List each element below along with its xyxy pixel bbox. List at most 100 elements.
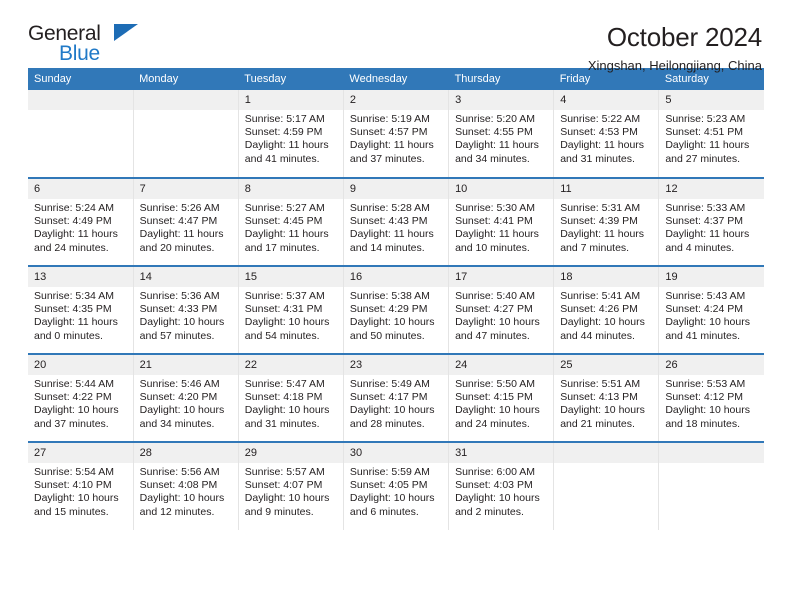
calendar-day-cell[interactable]: 27 Sunrise: 5:54 AM Sunset: 4:10 PM Dayligh… xyxy=(28,441,134,530)
daylight-text: Daylight: 11 hours and 14 minutes. xyxy=(349,228,434,254)
calendar-day-cell[interactable]: 26 Sunrise: 5:53 AM Sunset: 4:12 PM Dayligh… xyxy=(658,353,764,442)
calendar-day-cell[interactable]: 29 Sunrise: 5:57 AM Sunset: 4:07 PM Dayligh… xyxy=(238,441,344,530)
calendar-day-cell[interactable]: 10 Sunrise: 5:30 AM Sunset: 4:41 PM Dayligh… xyxy=(448,177,555,266)
sunrise-text: Sunrise: 6:00 AM xyxy=(455,466,536,478)
day-number xyxy=(28,90,133,110)
day-number: 19 xyxy=(659,267,764,287)
calendar-day-cell[interactable]: 21 Sunrise: 5:46 AM Sunset: 4:20 PM Dayligh… xyxy=(133,353,239,442)
day-cell-inner: 7 Sunrise: 5:26 AM Sunset: 4:47 PM Daylight… xyxy=(133,179,238,265)
day-sun-info: Sunrise: 5:34 AM Sunset: 4:35 PM Daylight:… xyxy=(28,287,133,343)
sunset-text: Sunset: 4:57 PM xyxy=(349,126,428,139)
day-number: 24 xyxy=(449,355,554,375)
calendar-week-row: 1 Sunrise: 5:17 AM Sunset: 4:59 PM Daylight… xyxy=(28,90,764,178)
calendar-day-cell[interactable]: 9 Sunrise: 5:28 AM Sunset: 4:43 PM Daylight… xyxy=(343,177,450,266)
calendar-day-cell[interactable]: 22 Sunrise: 5:47 AM Sunset: 4:18 PM Dayligh… xyxy=(238,353,344,442)
day-cell-inner: 13 Sunrise: 5:34 AM Sunset: 4:35 PM Dayligh… xyxy=(28,267,133,353)
calendar-day-cell[interactable]: 12 Sunrise: 5:33 AM Sunset: 4:37 PM Dayligh… xyxy=(658,177,764,266)
day-cell-inner xyxy=(659,443,764,530)
day-number: 27 xyxy=(28,443,133,463)
calendar-day-cell[interactable]: 19 Sunrise: 5:43 AM Sunset: 4:24 PM Dayligh… xyxy=(658,265,764,354)
day-number: 11 xyxy=(554,179,659,199)
daylight-text: Daylight: 11 hours and 4 minutes. xyxy=(665,228,750,254)
daylight-text: Daylight: 10 hours and 28 minutes. xyxy=(349,404,435,430)
day-number: 20 xyxy=(28,355,133,375)
day-number: 12 xyxy=(659,179,764,199)
calendar-day-cell[interactable]: 17 Sunrise: 5:40 AM Sunset: 4:27 PM Dayligh… xyxy=(448,265,555,354)
sunrise-text: Sunrise: 5:24 AM xyxy=(34,202,114,214)
sunset-text: Sunset: 4:45 PM xyxy=(244,215,323,228)
day-sun-info: Sunrise: 5:47 AM Sunset: 4:18 PM Daylight:… xyxy=(239,375,343,431)
sunrise-text: Sunrise: 5:34 AM xyxy=(34,290,114,302)
calendar-day-cell[interactable]: 5 Sunrise: 5:23 AM Sunset: 4:51 PM Daylight… xyxy=(658,90,764,178)
logo-text-blue: Blue xyxy=(59,42,100,65)
day-number xyxy=(133,90,238,110)
calendar-day-cell[interactable]: 3 Sunrise: 5:20 AM Sunset: 4:55 PM Daylight… xyxy=(448,90,555,178)
calendar-day-cell[interactable]: 4 Sunrise: 5:22 AM Sunset: 4:53 PM Daylight… xyxy=(553,90,660,178)
page-header: General Blue October 2024 Xingshan, Heil… xyxy=(28,0,764,73)
calendar-day-cell-empty xyxy=(553,441,660,530)
calendar-day-cell[interactable]: 31 Sunrise: 6:00 AM Sunset: 4:03 PM Dayligh… xyxy=(448,441,555,530)
calendar-day-cell[interactable]: 16 Sunrise: 5:38 AM Sunset: 4:29 PM Dayligh… xyxy=(343,265,450,354)
calendar-day-cell[interactable]: 8 Sunrise: 5:27 AM Sunset: 4:45 PM Daylight… xyxy=(238,177,344,266)
day-sun-info: Sunrise: 5:33 AM Sunset: 4:37 PM Daylight:… xyxy=(659,199,764,255)
day-sun-info: Sunrise: 5:49 AM Sunset: 4:17 PM Daylight:… xyxy=(344,375,448,431)
sunrise-text: Sunrise: 5:27 AM xyxy=(244,202,325,214)
sunrise-text: Sunrise: 5:22 AM xyxy=(560,113,641,125)
calendar-day-cell[interactable]: 13 Sunrise: 5:34 AM Sunset: 4:35 PM Dayligh… xyxy=(28,265,134,354)
day-cell-inner: 16 Sunrise: 5:38 AM Sunset: 4:29 PM Dayligh… xyxy=(343,267,449,353)
day-sun-info: Sunrise: 5:57 AM Sunset: 4:07 PM Daylight:… xyxy=(239,463,343,519)
day-cell-inner: 18 Sunrise: 5:41 AM Sunset: 4:26 PM Dayligh… xyxy=(554,267,659,353)
sunrise-sunset-calendar: Sunday Monday Tuesday Wednesday Thursday Frid… xyxy=(28,68,764,530)
daylight-text: Daylight: 10 hours and 12 minutes. xyxy=(139,492,225,518)
daylight-text: Daylight: 10 hours and 18 minutes. xyxy=(665,404,750,430)
calendar-day-cell[interactable]: 18 Sunrise: 5:41 AM Sunset: 4:26 PM Dayligh… xyxy=(553,265,660,354)
sunrise-text: Sunrise: 5:17 AM xyxy=(244,113,325,125)
calendar-day-cell[interactable]: 24 Sunrise: 5:50 AM Sunset: 4:15 PM Dayligh… xyxy=(448,353,555,442)
day-cell-inner: 21 Sunrise: 5:46 AM Sunset: 4:20 PM Dayligh… xyxy=(133,355,238,441)
calendar-day-cell[interactable]: 7 Sunrise: 5:26 AM Sunset: 4:47 PM Daylight… xyxy=(133,177,239,266)
sunset-text: Sunset: 4:55 PM xyxy=(455,126,533,139)
calendar-day-cell[interactable]: 25 Sunrise: 5:51 AM Sunset: 4:13 PM Dayligh… xyxy=(553,353,660,442)
generalblue-logo: General Blue xyxy=(28,22,158,68)
day-number: 3 xyxy=(449,90,554,110)
day-sun-info: Sunrise: 5:50 AM Sunset: 4:15 PM Daylight:… xyxy=(449,375,553,431)
day-cell-inner: 3 Sunrise: 5:20 AM Sunset: 4:55 PM Daylight… xyxy=(449,90,554,177)
sunset-text: Sunset: 4:13 PM xyxy=(560,391,638,404)
day-sun-info: Sunrise: 5:44 AM Sunset: 4:22 PM Daylight:… xyxy=(28,375,133,431)
sunrise-text: Sunrise: 5:30 AM xyxy=(455,202,536,214)
sunrise-text: Sunrise: 5:33 AM xyxy=(665,202,746,214)
calendar-body: 1 Sunrise: 5:17 AM Sunset: 4:59 PM Daylight… xyxy=(28,90,764,530)
daylight-text: Daylight: 11 hours and 27 minutes. xyxy=(665,139,750,165)
daylight-text: Daylight: 10 hours and 31 minutes. xyxy=(244,404,330,430)
day-sun-info: Sunrise: 5:56 AM Sunset: 4:08 PM Daylight:… xyxy=(134,463,238,519)
sunset-text: Sunset: 4:35 PM xyxy=(34,303,112,316)
calendar-day-cell[interactable]: 11 Sunrise: 5:31 AM Sunset: 4:39 PM Dayligh… xyxy=(553,177,660,266)
calendar-day-cell[interactable]: 23 Sunrise: 5:49 AM Sunset: 4:17 PM Dayligh… xyxy=(343,353,450,442)
calendar-day-cell[interactable]: 30 Sunrise: 5:59 AM Sunset: 4:05 PM Dayligh… xyxy=(343,441,450,530)
sunset-text: Sunset: 4:59 PM xyxy=(244,126,323,139)
calendar-day-cell[interactable]: 28 Sunrise: 5:56 AM Sunset: 4:08 PM Dayligh… xyxy=(133,441,239,530)
day-sun-info: Sunrise: 6:00 AM Sunset: 4:03 PM Daylight:… xyxy=(449,463,553,519)
day-cell-inner: 27 Sunrise: 5:54 AM Sunset: 4:10 PM Dayligh… xyxy=(28,443,133,530)
sunrise-text: Sunrise: 5:43 AM xyxy=(665,290,746,302)
day-number: 9 xyxy=(343,179,449,199)
calendar-page: General Blue October 2024 Xingshan, Heil… xyxy=(0,0,792,612)
sunrise-text: Sunrise: 5:44 AM xyxy=(34,378,114,390)
day-number: 17 xyxy=(449,267,554,287)
day-sun-info: Sunrise: 5:40 AM Sunset: 4:27 PM Daylight:… xyxy=(449,287,553,343)
day-cell-inner: 28 Sunrise: 5:56 AM Sunset: 4:08 PM Dayligh… xyxy=(133,443,238,530)
calendar-day-cell[interactable]: 2 Sunrise: 5:19 AM Sunset: 4:57 PM Daylight… xyxy=(343,90,450,178)
calendar-day-cell[interactable]: 15 Sunrise: 5:37 AM Sunset: 4:31 PM Dayligh… xyxy=(238,265,344,354)
calendar-day-cell[interactable]: 1 Sunrise: 5:17 AM Sunset: 4:59 PM Daylight… xyxy=(238,90,344,178)
sunrise-text: Sunrise: 5:47 AM xyxy=(244,378,325,390)
calendar-day-cell[interactable]: 14 Sunrise: 5:36 AM Sunset: 4:33 PM Dayligh… xyxy=(133,265,239,354)
day-sun-info: Sunrise: 5:43 AM Sunset: 4:24 PM Daylight:… xyxy=(659,287,764,343)
day-number: 16 xyxy=(343,267,449,287)
day-sun-info: Sunrise: 5:28 AM Sunset: 4:43 PM Daylight:… xyxy=(344,199,448,255)
day-sun-info: Sunrise: 5:30 AM Sunset: 4:41 PM Daylight:… xyxy=(449,199,553,255)
day-number: 18 xyxy=(554,267,659,287)
calendar-day-cell[interactable]: 6 Sunrise: 5:24 AM Sunset: 4:49 PM Daylight… xyxy=(28,177,134,266)
day-number xyxy=(554,443,659,463)
daylight-text: Daylight: 10 hours and 9 minutes. xyxy=(244,492,330,518)
calendar-day-cell[interactable]: 20 Sunrise: 5:44 AM Sunset: 4:22 PM Dayligh… xyxy=(28,353,134,442)
